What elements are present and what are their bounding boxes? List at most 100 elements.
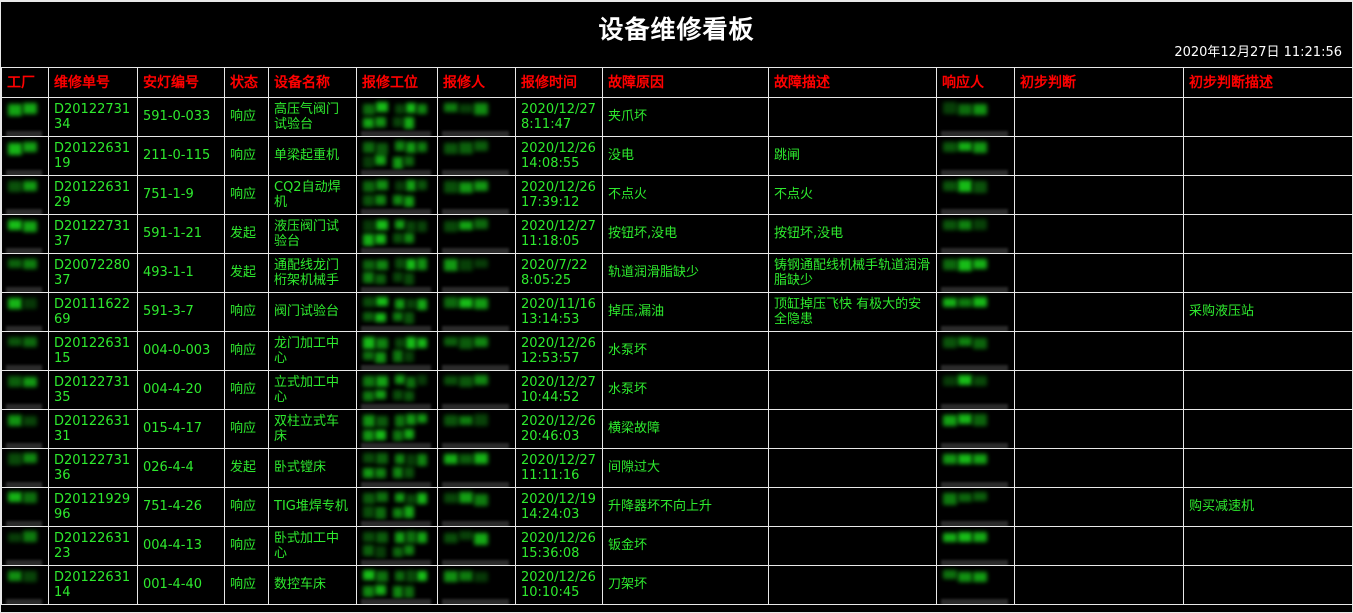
cell-report_time: 2020/12/26 12:53:57 (515, 331, 603, 371)
cell-reporter (437, 136, 516, 176)
cell-report_time: 2020/12/19 14:24:03 (515, 487, 603, 527)
cell-responder (936, 253, 1015, 293)
cell-first_judge_desc: 采购液压站 (1183, 292, 1353, 332)
cell-order_no: D2012273134 (48, 97, 138, 137)
redacted-value (442, 139, 511, 174)
table-row[interactable]: D2012273134 591-0-033 响应 高压气阀门试验台 2020/12/27… (1, 97, 1353, 137)
cell-reporter (437, 448, 516, 488)
cell-order_no: D2012273135 (48, 370, 138, 410)
column-header-factory[interactable]: 工厂 (1, 68, 49, 98)
cell-first_judge (1014, 370, 1184, 410)
table-row[interactable]: D2012263115 004-0-003 响应 龙门加工中心 2020/12/26 1… (1, 331, 1353, 371)
table-row[interactable]: D2012273136 026-4-4 发起 卧式镗床 2020/12/27 11:11… (1, 448, 1353, 488)
column-header-fault_reason[interactable]: 故障原因 (602, 68, 769, 98)
page-title: 设备维修看板 (598, 15, 755, 44)
column-header-order_no[interactable]: 维修单号 (48, 68, 138, 98)
cell-andon_no: 004-0-003 (137, 331, 225, 371)
cell-reporter (437, 487, 516, 527)
cell-fault_reason: 掉压,漏油 (602, 292, 769, 332)
cell-andon_no: 015-4-17 (137, 409, 225, 449)
cell-fault_reason: 水泵坏 (602, 370, 769, 410)
cell-status: 响应 (224, 370, 269, 410)
cell-status: 发起 (224, 448, 269, 488)
cell-factory (1, 370, 49, 410)
redacted-value (442, 100, 511, 135)
cell-status: 发起 (224, 253, 269, 293)
table-row[interactable]: D2007228037 493-1-1 发起 通配线龙门桁架机械手 2020/7/22 … (1, 253, 1353, 293)
cell-order_no: D2012263119 (48, 136, 138, 176)
cell-fault_reason: 轨道润滑脂缺少 (602, 253, 769, 293)
column-header-first_judge_desc[interactable]: 初步判断描述 (1183, 68, 1353, 98)
cell-first_judge (1014, 448, 1184, 488)
cell-first_judge (1014, 136, 1184, 176)
redacted-value (941, 295, 1010, 330)
cell-responder (936, 370, 1015, 410)
column-header-report_time[interactable]: 报修时间 (515, 68, 603, 98)
cell-device_name: 单梁起重机 (268, 136, 357, 176)
cell-factory (1, 214, 49, 254)
cell-reporter (437, 292, 516, 332)
cell-station (356, 448, 438, 488)
redacted-value (361, 256, 433, 291)
table-row[interactable]: D2012273137 591-1-21 发起 液压阀门试验台 2020/12/27 1… (1, 214, 1353, 254)
redacted-value (6, 295, 44, 330)
column-header-andon_no[interactable]: 安灯编号 (137, 68, 225, 98)
cell-andon_no: 493-1-1 (137, 253, 225, 293)
column-header-status[interactable]: 状态 (224, 68, 269, 98)
cell-responder (936, 175, 1015, 215)
redacted-value (442, 451, 511, 486)
cell-station (356, 97, 438, 137)
table-row[interactable]: D2012273135 004-4-20 响应 立式加工中心 2020/12/27 10… (1, 370, 1353, 410)
redacted-value (361, 490, 433, 525)
column-header-reporter[interactable]: 报修人 (437, 68, 516, 98)
cell-first_judge (1014, 97, 1184, 137)
cell-order_no: D2012273136 (48, 448, 138, 488)
redacted-value (941, 139, 1010, 174)
redacted-value (361, 217, 433, 252)
cell-fault_desc (768, 97, 937, 137)
cell-andon_no: 026-4-4 (137, 448, 225, 488)
table-row[interactable]: D2012263123 004-4-13 响应 卧式加工中心 2020/12/26 15… (1, 526, 1353, 566)
column-header-fault_desc[interactable]: 故障描述 (768, 68, 937, 98)
current-timestamp: 2020年12月27日 11:21:56 (1174, 45, 1342, 60)
cell-fault_desc: 顶缸掉压飞快 有极大的安全隐患 (768, 292, 937, 332)
cell-first_judge_desc (1183, 175, 1353, 215)
cell-order_no: D2012192996 (48, 487, 138, 527)
cell-order_no: D2012273137 (48, 214, 138, 254)
column-header-station[interactable]: 报修工位 (356, 68, 438, 98)
cell-responder (936, 409, 1015, 449)
redacted-value (6, 139, 44, 174)
cell-status: 响应 (224, 175, 269, 215)
table-row[interactable]: D2011162269 591-3-7 响应 阀门试验台 2020/11/16 13:1… (1, 292, 1353, 332)
redacted-value (361, 373, 433, 408)
cell-factory (1, 565, 49, 605)
redacted-value (6, 373, 44, 408)
cell-responder (936, 565, 1015, 605)
cell-first_judge_desc (1183, 448, 1353, 488)
column-header-responder[interactable]: 响应人 (936, 68, 1015, 98)
redacted-value (6, 334, 44, 369)
cell-device_name: 液压阀门试验台 (268, 214, 357, 254)
cell-fault_reason: 按钮坏,没电 (602, 214, 769, 254)
table-row[interactable]: D2012263129 751-1-9 响应 CQ2自动焊机 2020/12/26 17… (1, 175, 1353, 215)
cell-first_judge (1014, 253, 1184, 293)
cell-report_time: 2020/12/26 10:10:45 (515, 565, 603, 605)
cell-status: 响应 (224, 331, 269, 371)
column-header-first_judge[interactable]: 初步判断 (1014, 68, 1184, 98)
cell-first_judge_desc (1183, 370, 1353, 410)
cell-device_name: TIG堆焊专机 (268, 487, 357, 527)
redacted-value (941, 100, 1010, 135)
table-row[interactable]: D2012263114 001-4-40 响应 数控车床 2020/12/26 10:1… (1, 565, 1353, 605)
redacted-value (941, 373, 1010, 408)
cell-device_name: CQ2自动焊机 (268, 175, 357, 215)
redacted-value (941, 412, 1010, 447)
table-row[interactable]: D2012263131 015-4-17 响应 双柱立式车床 2020/12/26 20… (1, 409, 1353, 449)
column-header-device_name[interactable]: 设备名称 (268, 68, 357, 98)
cell-responder (936, 136, 1015, 176)
cell-responder (936, 292, 1015, 332)
redacted-value (941, 529, 1010, 564)
table-row[interactable]: D2012192996 751-4-26 响应 TIG堆焊专机 2020/12/19 1… (1, 487, 1353, 527)
cell-status: 响应 (224, 526, 269, 566)
cell-first_judge (1014, 214, 1184, 254)
table-row[interactable]: D2012263119 211-0-115 响应 单梁起重机 2020/12/26 14… (1, 136, 1353, 176)
